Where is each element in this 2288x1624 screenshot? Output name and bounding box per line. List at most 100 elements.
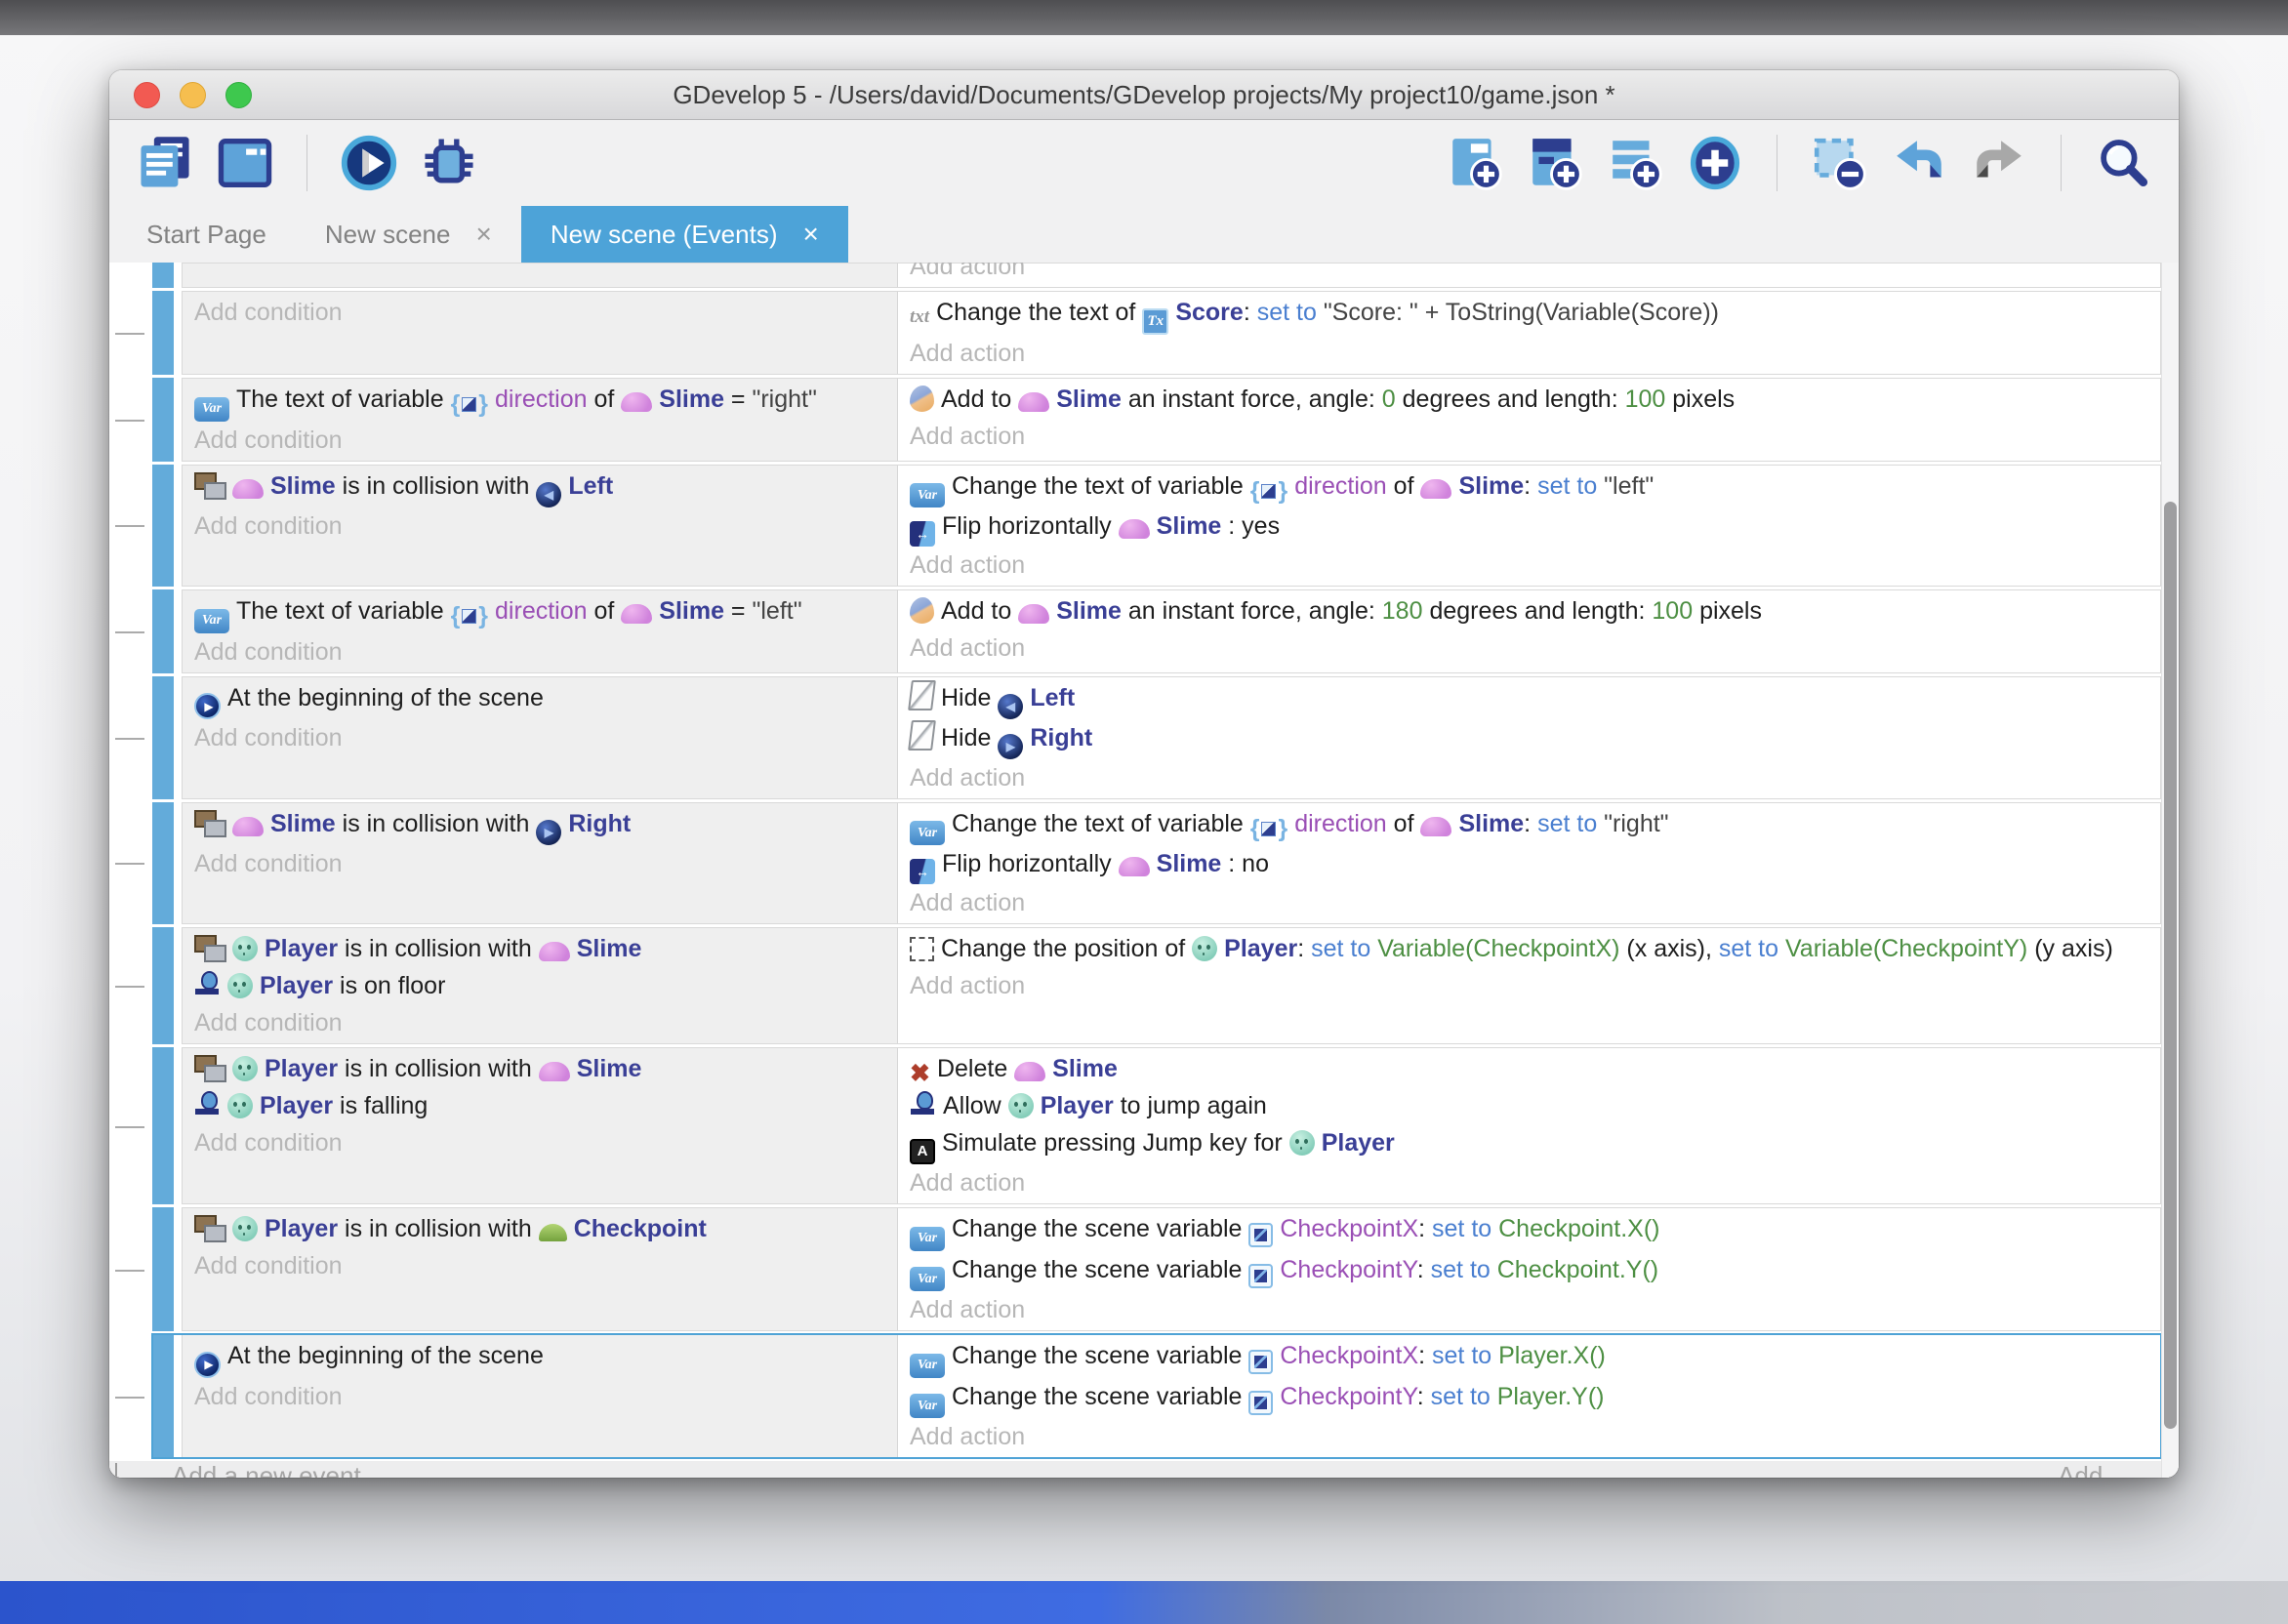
action-line[interactable]: Hide ▶Right [910, 719, 2146, 759]
event-row[interactable]: Add condition txtChange the text of TxSco… [152, 291, 2161, 375]
action-line[interactable]: Add to Slime an instant force, angle: 0 … [910, 381, 2146, 418]
add-action-button[interactable]: Add action [910, 335, 2146, 372]
event-row[interactable]: VarThe text of variable {}direction of S… [152, 589, 2161, 673]
search-events-button[interactable] [2095, 135, 2151, 191]
conditions-cell[interactable]: VarThe text of variable {}direction of S… [183, 379, 898, 461]
actions-cell[interactable]: VarChange the scene variable CheckpointX… [898, 1208, 2160, 1330]
project-manager-button[interactable] [137, 135, 193, 191]
add-action-button[interactable]: Add action [910, 263, 1025, 285]
event-row[interactable]: Player is in collision with CheckpointAd… [152, 1207, 2161, 1331]
undo-button[interactable] [1891, 135, 1947, 191]
add-action-button[interactable]: Add action [910, 418, 2146, 455]
add-action-button[interactable]: Add action [910, 629, 2146, 667]
add-condition-button[interactable]: Add condition [194, 1124, 891, 1161]
event-drag-handle[interactable] [152, 1207, 174, 1331]
action-line[interactable]: Change the position of Player: set to Va… [910, 930, 2146, 967]
add-condition-button[interactable]: Add condition [194, 294, 891, 331]
actions-cell[interactable]: VarChange the text of variable {}directi… [898, 466, 2160, 587]
add-more-button[interactable]: Add... [2058, 1461, 2124, 1478]
actions-cell[interactable]: Add action [898, 264, 2160, 287]
action-line[interactable]: VarChange the scene variable CheckpointY… [910, 1251, 2146, 1292]
event-row[interactable]: Player is in collision with SlimePlayer … [152, 927, 2161, 1044]
action-line[interactable]: Allow Player to jump again [910, 1087, 2146, 1124]
add-comment-button[interactable] [1607, 135, 1663, 191]
condition-line[interactable]: Player is in collision with Slime [194, 1050, 891, 1087]
action-line[interactable]: Add to Slime an instant force, angle: 18… [910, 592, 2146, 629]
action-line[interactable]: VarChange the text of variable {}directi… [910, 467, 2146, 508]
add-condition-button[interactable]: Add condition [194, 633, 891, 670]
actions-cell[interactable]: Add to Slime an instant force, angle: 18… [898, 590, 2160, 672]
actions-cell[interactable]: Hide ◀LeftHide ▶RightAdd action [898, 677, 2160, 798]
condition-line[interactable]: ▶At the beginning of the scene [194, 1337, 891, 1378]
event-drag-handle[interactable] [152, 589, 174, 673]
add-action-button[interactable]: Add action [910, 547, 2146, 584]
condition-line[interactable]: Slime is in collision with ◀Left [194, 467, 891, 508]
add-new-event-button[interactable]: Add a new event [172, 1461, 361, 1478]
title-bar[interactable]: GDevelop 5 - /Users/david/Documents/GDev… [109, 70, 2179, 120]
redo-button[interactable] [1971, 135, 2027, 191]
actions-cell[interactable]: ✖Delete SlimeAllow Player to jump againA… [898, 1048, 2160, 1203]
event-drag-handle[interactable] [152, 1334, 174, 1458]
add-sub-event-button[interactable] [1527, 135, 1583, 191]
condition-line[interactable]: Player is in collision with Checkpoint [194, 1210, 891, 1247]
condition-line[interactable]: Slime is in collision with ▶Right [194, 805, 891, 845]
conditions-cell[interactable]: ▶At the beginning of the sceneAdd condit… [183, 677, 898, 798]
tab-close-icon[interactable]: × [475, 221, 491, 248]
event-row[interactable]: ▶At the beginning of the sceneAdd condit… [152, 676, 2161, 799]
action-line[interactable]: ↔Flip horizontally Slime : yes [910, 508, 2146, 547]
tab-new-scene[interactable]: New scene× [296, 206, 521, 263]
action-line[interactable]: ✖Delete Slime [910, 1050, 2146, 1087]
action-line[interactable]: VarChange the scene variable CheckpointX… [910, 1210, 2146, 1251]
conditions-cell[interactable]: Player is in collision with SlimePlayer … [183, 928, 898, 1043]
conditions-cell[interactable]: Slime is in collision with ▶RightAdd con… [183, 803, 898, 924]
action-line[interactable]: Hide ◀Left [910, 679, 2146, 719]
actions-cell[interactable]: VarChange the scene variable CheckpointX… [898, 1335, 2160, 1457]
event-drag-handle[interactable] [152, 676, 174, 799]
event-row-selected[interactable]: ▶At the beginning of the sceneAdd condit… [152, 1334, 2161, 1458]
event-drag-handle[interactable] [152, 1047, 174, 1204]
delete-selection-button[interactable] [1811, 135, 1867, 191]
scrollbar-thumb[interactable] [2164, 502, 2177, 1429]
add-event-button[interactable] [1447, 135, 1503, 191]
conditions-cell[interactable]: ▶At the beginning of the sceneAdd condit… [183, 1335, 898, 1457]
add-other-button[interactable] [1687, 135, 1743, 191]
add-action-button[interactable]: Add action [910, 1418, 2146, 1455]
add-action-button[interactable]: Add action [910, 1164, 2146, 1201]
action-line[interactable]: VarChange the scene variable CheckpointY… [910, 1378, 2146, 1419]
condition-line[interactable]: VarThe text of variable {}direction of S… [194, 381, 891, 422]
event-drag-handle[interactable] [152, 263, 174, 288]
add-condition-button[interactable]: Add condition [194, 1247, 891, 1284]
conditions-cell[interactable]: Player is in collision with CheckpointAd… [183, 1208, 898, 1330]
vertical-scrollbar[interactable] [2161, 263, 2179, 1478]
actions-cell[interactable]: txtChange the text of TxScore: set to "S… [898, 292, 2160, 374]
event-row[interactable]: VarThe text of variable {}direction of S… [152, 378, 2161, 462]
conditions-cell[interactable]: Add condition [183, 292, 898, 374]
tab-close-icon[interactable]: × [803, 221, 819, 248]
add-condition-button[interactable]: Add condition [194, 845, 891, 882]
action-line[interactable]: ASimulate pressing Jump key for Player [910, 1124, 2146, 1164]
event-row[interactable]: Add action [152, 263, 2161, 288]
event-drag-handle[interactable] [152, 378, 174, 462]
add-condition-button[interactable]: Add condition [194, 508, 891, 545]
condition-line[interactable]: Player is falling [194, 1087, 891, 1124]
add-condition-button[interactable]: Add condition [194, 719, 891, 756]
add-action-button[interactable]: Add action [910, 1291, 2146, 1328]
condition-line[interactable]: Player is in collision with Slime [194, 930, 891, 967]
preview-button[interactable] [341, 135, 397, 191]
event-drag-handle[interactable] [152, 465, 174, 588]
tab-start-page[interactable]: Start Page [117, 206, 296, 263]
add-condition-button[interactable]: Add condition [194, 1004, 891, 1041]
action-line[interactable]: ↔Flip horizontally Slime : no [910, 845, 2146, 884]
add-action-button[interactable]: Add action [910, 759, 2146, 796]
condition-line[interactable]: Player is on floor [194, 967, 891, 1004]
event-drag-handle[interactable] [152, 802, 174, 925]
action-line[interactable]: VarChange the scene variable CheckpointX… [910, 1337, 2146, 1378]
conditions-cell[interactable]: Player is in collision with SlimePlayer … [183, 1048, 898, 1203]
event-drag-handle[interactable] [152, 291, 174, 375]
scene-editor-button[interactable] [217, 135, 273, 191]
tab-new-scene-events[interactable]: New scene (Events)× [521, 206, 848, 263]
action-line[interactable]: txtChange the text of TxScore: set to "S… [910, 294, 2146, 335]
action-line[interactable]: VarChange the text of variable {}directi… [910, 805, 2146, 846]
event-row[interactable]: Slime is in collision with ▶RightAdd con… [152, 802, 2161, 925]
conditions-cell[interactable]: VarThe text of variable {}direction of S… [183, 590, 898, 672]
